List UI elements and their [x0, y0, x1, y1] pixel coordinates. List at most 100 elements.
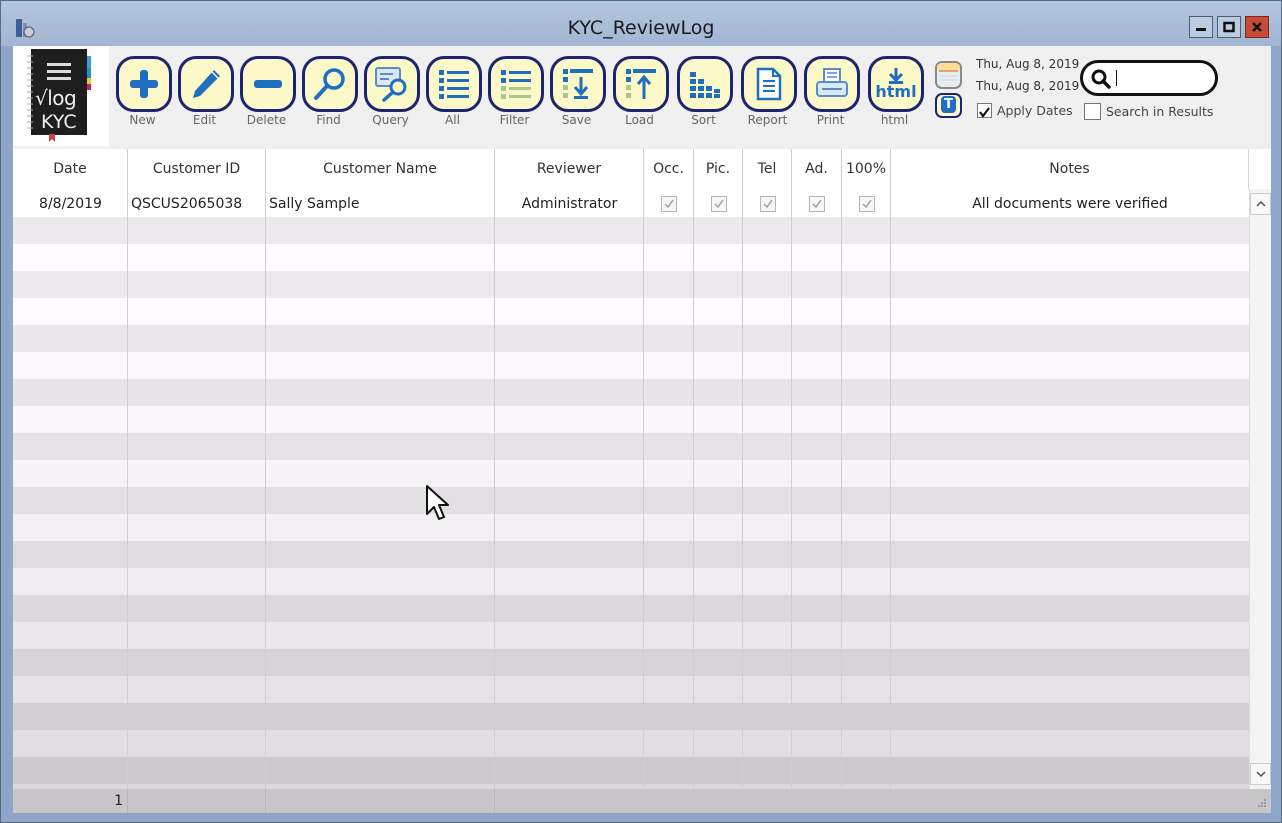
cell-100pct[interactable]	[842, 190, 891, 217]
empty-row	[13, 379, 1249, 406]
cell-notes[interactable]: All documents were verified	[891, 190, 1249, 217]
save-down-icon	[563, 69, 593, 99]
occ-checkbox[interactable]	[661, 195, 677, 212]
apply-dates-checkbox[interactable]	[977, 103, 992, 118]
checkmark-icon	[762, 199, 773, 208]
cell-customer-id[interactable]: QSCUS2065038	[131, 190, 266, 217]
minimize-button[interactable]	[1189, 16, 1213, 38]
print-button[interactable]: Print	[803, 56, 861, 132]
column-divider	[791, 149, 792, 789]
date-to[interactable]: Thu, Aug 8, 2019	[976, 79, 1079, 93]
footer-divider	[494, 789, 495, 813]
column-header-customer-id[interactable]: Customer ID	[128, 149, 266, 189]
checkmark-icon	[979, 107, 990, 118]
apply-dates-label: Apply Dates	[997, 103, 1073, 118]
record-count: 1	[114, 793, 123, 809]
empty-row	[13, 649, 1249, 676]
column-header-notes[interactable]: Notes	[891, 149, 1249, 189]
all-button[interactable]: All	[425, 56, 483, 132]
cell-pic[interactable]	[694, 190, 743, 217]
review-log-grid: Date Customer ID Customer Name Reviewer …	[13, 149, 1271, 813]
empty-row	[13, 622, 1249, 649]
minimize-icon	[1196, 28, 1206, 31]
empty-row	[13, 460, 1249, 487]
empty-row	[13, 352, 1249, 379]
column-header-customer-name[interactable]: Customer Name	[266, 149, 495, 189]
chevron-down-icon	[1255, 771, 1266, 778]
sort-button[interactable]: Sort	[676, 56, 734, 132]
empty-row	[13, 298, 1249, 325]
empty-row	[13, 730, 1249, 757]
table-row[interactable]: 8/8/2019 QSCUS2065038 Sally Sample Admin…	[13, 190, 1249, 217]
today-button[interactable]: T	[935, 93, 962, 118]
column-header-spacer	[1249, 149, 1271, 189]
footer-divider	[127, 789, 128, 813]
load-button[interactable]: Load	[612, 56, 670, 132]
maximize-button[interactable]	[1217, 16, 1241, 38]
calendar-icon	[937, 63, 960, 81]
find-button[interactable]: Find	[301, 56, 359, 132]
close-button[interactable]	[1245, 16, 1269, 38]
column-header-date[interactable]: Date	[13, 149, 128, 189]
column-header-occ[interactable]: Occ.	[644, 149, 694, 189]
search-icon	[1091, 69, 1111, 89]
cell-reviewer[interactable]: Administrator	[495, 190, 644, 217]
delete-button[interactable]: Delete	[239, 56, 297, 132]
html-icon-text: html	[875, 82, 917, 101]
column-header-100pct[interactable]: 100%	[842, 149, 891, 189]
empty-row	[13, 244, 1249, 271]
report-button[interactable]: Report	[740, 56, 798, 132]
list-filter-icon	[501, 70, 531, 99]
column-header-ad[interactable]: Ad.	[792, 149, 842, 189]
checkmark-icon	[812, 199, 822, 208]
scroll-up-button[interactable]	[1250, 193, 1271, 215]
pic-checkbox[interactable]	[710, 195, 727, 212]
column-header-tel[interactable]: Tel	[743, 149, 792, 189]
empty-row	[13, 703, 1249, 730]
cell-date[interactable]: 8/8/2019	[13, 190, 128, 217]
date-from[interactable]: Thu, Aug 8, 2019	[976, 57, 1079, 71]
search-box[interactable]	[1080, 60, 1218, 96]
cell-tel[interactable]	[743, 190, 792, 217]
title-bar[interactable]: KYC_ReviewLog	[1, 1, 1281, 46]
printer-icon	[816, 68, 848, 97]
column-divider	[127, 149, 128, 789]
cell-ad[interactable]	[792, 190, 842, 217]
new-button[interactable]: New	[115, 56, 173, 132]
calendar-button[interactable]	[935, 61, 962, 89]
mouse-pointer-icon	[426, 485, 449, 520]
resize-grip-icon[interactable]	[1255, 798, 1267, 810]
close-icon	[1252, 22, 1262, 32]
complete-checkbox[interactable]	[858, 195, 875, 212]
empty-row	[13, 514, 1249, 541]
logo-text-line1: √log	[35, 86, 77, 110]
sort-icon	[690, 72, 720, 98]
list-all-icon	[439, 70, 469, 99]
filter-button[interactable]: Filter	[487, 56, 545, 132]
text-caret	[1116, 70, 1117, 86]
checkmark-icon	[664, 199, 674, 208]
cell-customer-name[interactable]: Sally Sample	[269, 190, 495, 217]
window-title: KYC_ReviewLog	[567, 17, 715, 39]
column-header-reviewer[interactable]: Reviewer	[495, 149, 644, 189]
plus-icon	[130, 70, 158, 98]
scroll-down-button[interactable]	[1250, 763, 1271, 785]
query-button[interactable]: Query	[363, 56, 421, 132]
column-header-pic[interactable]: Pic.	[694, 149, 743, 189]
tel-checkbox[interactable]	[759, 195, 776, 212]
save-button[interactable]: Save	[549, 56, 607, 132]
html-export-button[interactable]: html html	[867, 56, 925, 132]
empty-row	[13, 433, 1249, 460]
app-window: KYC_ReviewLog √log KYC New Edit Delete F…	[0, 0, 1282, 823]
search-in-results-checkbox[interactable]	[1084, 103, 1101, 120]
checkmark-icon	[861, 199, 872, 208]
empty-row	[13, 568, 1249, 595]
ad-checkbox[interactable]	[809, 195, 825, 212]
edit-button[interactable]: Edit	[177, 56, 235, 132]
search-input[interactable]	[1113, 67, 1211, 91]
empty-row	[13, 325, 1249, 352]
today-icon: T	[941, 96, 956, 113]
empty-row	[13, 406, 1249, 433]
cell-occ[interactable]	[644, 190, 694, 217]
vertical-scrollbar[interactable]	[1249, 189, 1271, 789]
